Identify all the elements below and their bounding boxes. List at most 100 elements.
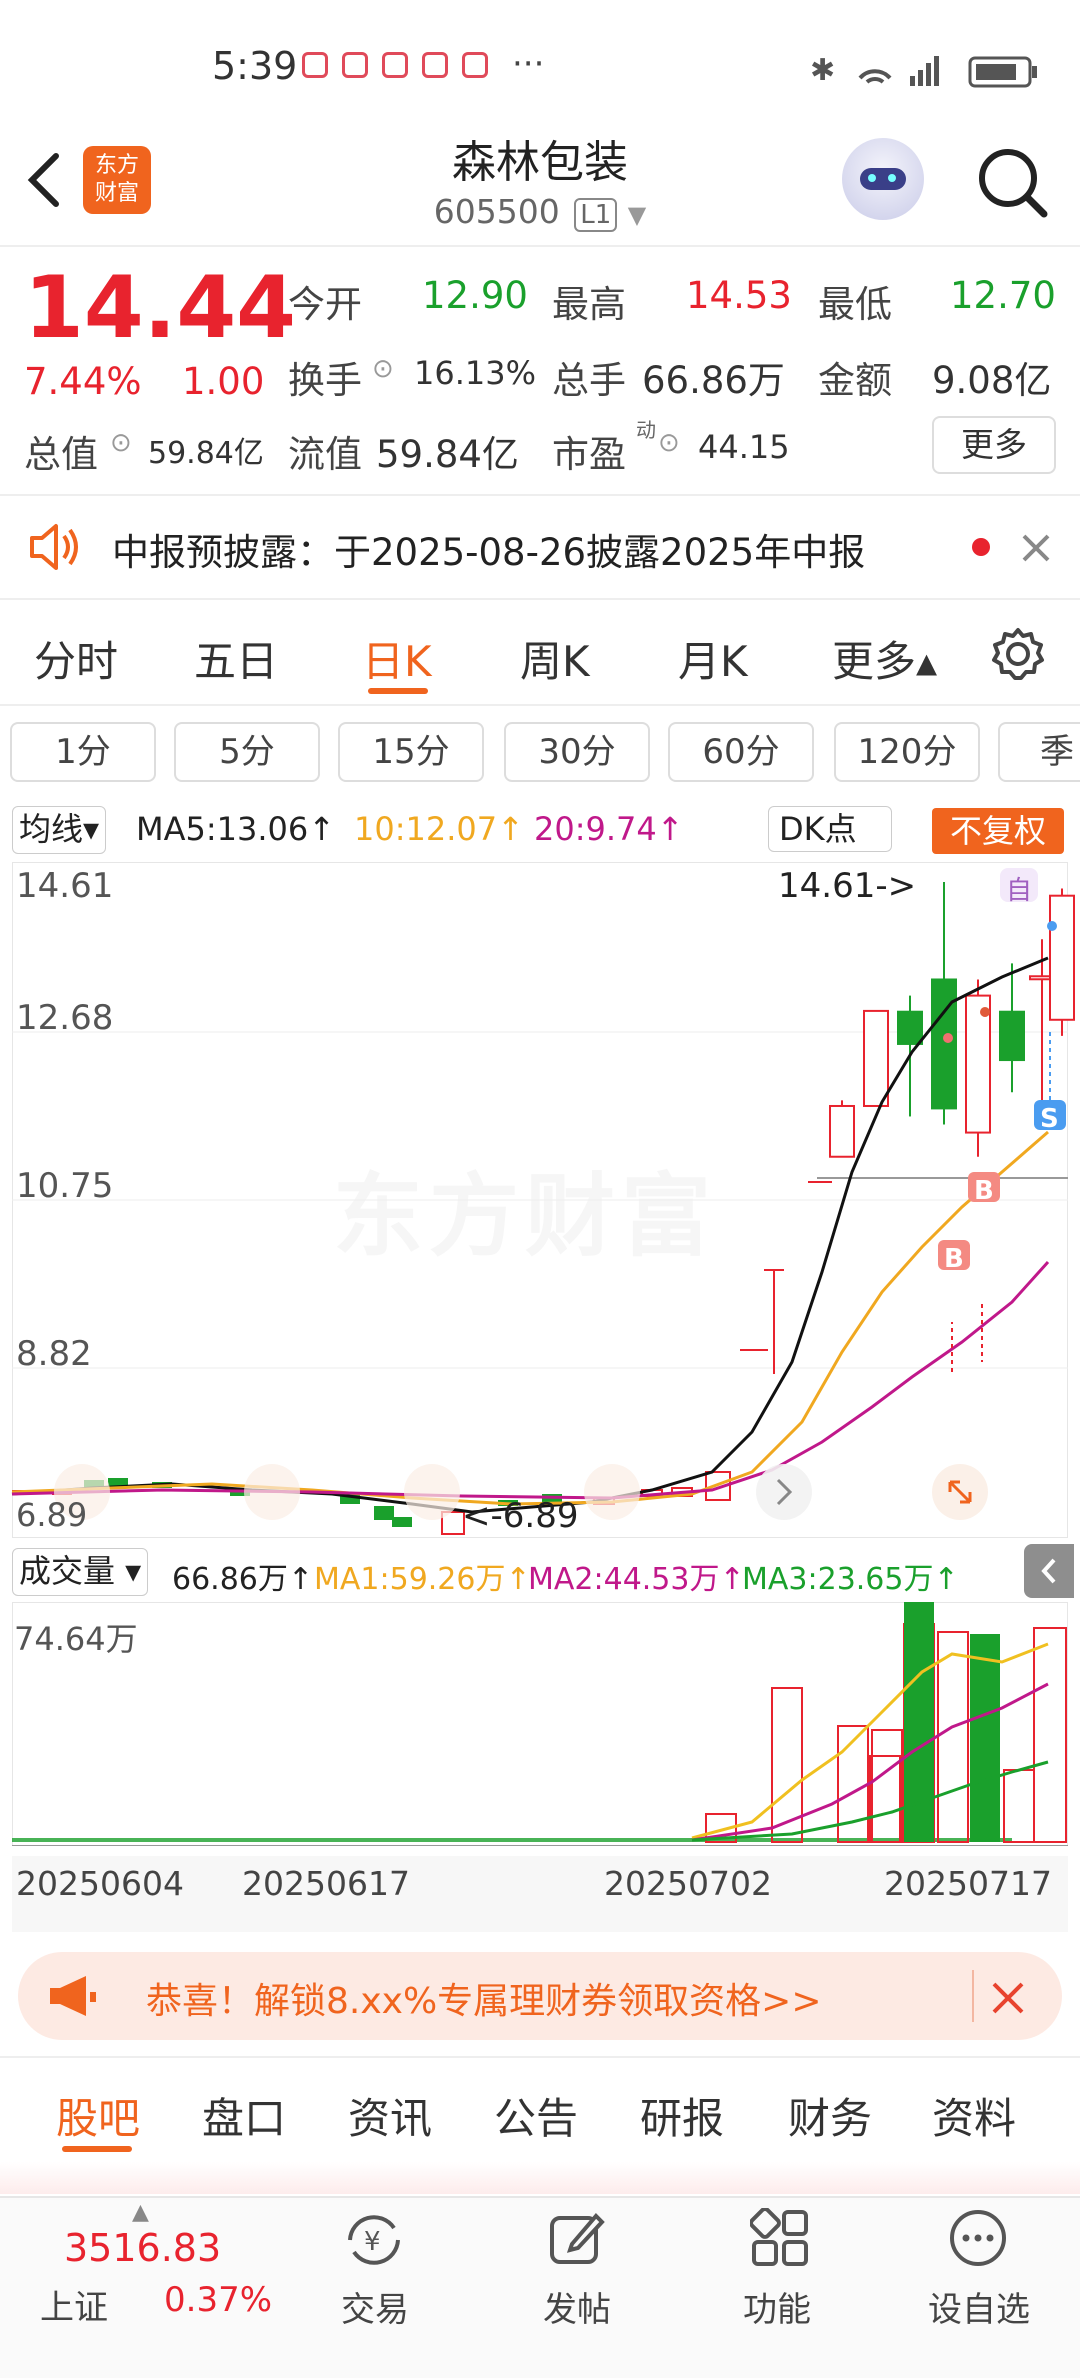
period-60min[interactable]: 60分	[668, 722, 814, 782]
volume-svg	[12, 1602, 1068, 1846]
tab-pankou[interactable]: 盘口	[202, 2085, 286, 2146]
tab-research[interactable]: 研报	[640, 2085, 724, 2146]
svg-text:✱: ✱	[810, 53, 835, 88]
dock-trade[interactable]: 交易	[310, 2282, 440, 2331]
divider	[0, 2056, 1080, 2058]
period-1min[interactable]: 1分	[10, 722, 156, 782]
tab-profile[interactable]: 资料	[932, 2085, 1016, 2146]
volume-label: 总手	[552, 359, 626, 402]
notification-icon	[382, 52, 408, 78]
info-icon[interactable]: ⊙	[658, 428, 680, 458]
tab-finance[interactable]: 财务	[788, 2085, 872, 2146]
dropdown-icon: ▼	[627, 201, 647, 229]
more-button[interactable]: 更多	[932, 416, 1056, 474]
zoom-in-control[interactable]	[404, 1464, 460, 1520]
price-axis-label: 6.89	[16, 1496, 88, 1534]
period-5min[interactable]: 5分	[174, 722, 320, 782]
amount-value: 9.08亿	[932, 359, 1052, 402]
ma-selector[interactable]: 均线▾	[12, 806, 107, 854]
notification-icon	[302, 52, 328, 78]
current-price: 14.44	[24, 258, 297, 358]
period-120min[interactable]: 120分	[834, 722, 980, 782]
mcap-value: 59.84亿	[148, 436, 264, 471]
collapse-icon[interactable]: ▲	[132, 2200, 149, 2225]
turnover-value: 16.13%	[414, 354, 537, 392]
content-preview	[0, 2162, 1080, 2194]
status-time: 5:39	[212, 44, 298, 88]
tab-monthly-k[interactable]: 月K	[678, 628, 748, 689]
index-value[interactable]: 3516.83	[64, 2226, 221, 2270]
status-bar: 5:39 ··· ✱	[0, 0, 1080, 130]
date-label: 20250617	[242, 1864, 410, 1903]
divider	[972, 1970, 974, 2022]
gear-icon[interactable]	[990, 626, 1046, 682]
zoom-out-control[interactable]	[244, 1464, 300, 1520]
mcap-label: 总值	[24, 433, 98, 476]
price-axis-label: 8.82	[16, 1334, 92, 1374]
tab-weekly-k[interactable]: 周K	[520, 628, 590, 689]
next-control[interactable]	[756, 1464, 812, 1520]
price-axis-label: 10.75	[16, 1166, 114, 1206]
s-marker-label: S	[1040, 1104, 1059, 1134]
tab-indicator	[368, 688, 428, 694]
tab-guba[interactable]: 股吧	[56, 2085, 140, 2146]
robot-assistant-avatar[interactable]	[842, 138, 924, 220]
max-price-marker: 14.61->	[778, 866, 917, 906]
period-30min[interactable]: 30分	[504, 722, 650, 782]
pe-label: 市盈	[552, 433, 626, 476]
candle-body	[999, 1010, 1025, 1062]
date-label: 20250702	[604, 1864, 772, 1903]
high-value: 14.53	[686, 274, 792, 317]
level-badge: L1	[574, 198, 618, 232]
prev-control[interactable]	[584, 1464, 640, 1520]
low-label: 最低	[818, 283, 892, 326]
dock-functions[interactable]: 功能	[712, 2282, 842, 2331]
promo-text[interactable]: 恭喜！解锁8.xx%专属理财券领取资格>>	[146, 1972, 822, 2024]
index-pct: 0.37%	[164, 2280, 273, 2320]
volume-selector[interactable]: 成交量 ▾	[12, 1548, 149, 1596]
dock-post[interactable]: 发帖	[512, 2282, 642, 2331]
float-label: 流值	[288, 433, 362, 476]
adjust-button[interactable]: 不复权	[932, 808, 1064, 854]
close-icon[interactable]	[1018, 530, 1054, 566]
svg-text:¥: ¥	[364, 2227, 381, 2257]
candle-body	[863, 1009, 889, 1107]
change-amount: 1.00	[182, 360, 265, 403]
ma5-value: MA5:13.06↑	[136, 810, 336, 848]
pe-superscript: 动	[636, 418, 656, 442]
more-icon[interactable]	[948, 2208, 1008, 2268]
dock-add-watchlist[interactable]: 设自选	[914, 2282, 1044, 2331]
notification-icon	[422, 52, 448, 78]
compose-icon[interactable]	[546, 2208, 606, 2268]
signal-dot	[980, 1007, 990, 1017]
info-icon[interactable]: ⊙	[372, 354, 394, 384]
tab-announcements[interactable]: 公告	[494, 2085, 578, 2146]
kline-svg	[11, 868, 1075, 1535]
stock-code: 605500	[433, 192, 560, 231]
notice-text[interactable]: 中报预披露：于2025-08-26披露2025年中报	[112, 522, 865, 576]
tab-intraday[interactable]: 分时	[34, 628, 118, 689]
tab-news[interactable]: 资讯	[348, 2085, 432, 2146]
price-axis-label: 12.68	[16, 998, 114, 1038]
period-15min[interactable]: 15分	[338, 722, 484, 782]
close-icon[interactable]	[988, 1978, 1028, 2018]
tab-daily-k[interactable]: 日K	[362, 628, 432, 689]
grid-icon[interactable]	[750, 2208, 810, 2268]
open-value: 12.90	[422, 274, 528, 317]
amount-label: 金额	[818, 359, 892, 402]
collapse-panel-button[interactable]	[1024, 1544, 1074, 1598]
ma5-line	[11, 956, 1049, 1514]
float-value: 59.84亿	[376, 433, 519, 476]
tab-more[interactable]: 更多▴	[832, 628, 937, 689]
dk-point-label: DK点	[779, 810, 857, 848]
pe-value: 44.15	[698, 428, 790, 466]
divider	[0, 704, 1080, 706]
info-icon[interactable]: ⊙	[110, 428, 132, 458]
candle-body	[1049, 894, 1075, 1021]
search-icon[interactable]	[972, 142, 1052, 222]
dk-point-selector[interactable]: DK点	[768, 806, 892, 852]
self-marker-label: 自	[1006, 876, 1033, 906]
trade-icon[interactable]: ¥	[342, 2210, 406, 2270]
tab-five-day[interactable]: 五日	[194, 628, 278, 689]
period-quarter[interactable]: 季	[998, 722, 1080, 782]
